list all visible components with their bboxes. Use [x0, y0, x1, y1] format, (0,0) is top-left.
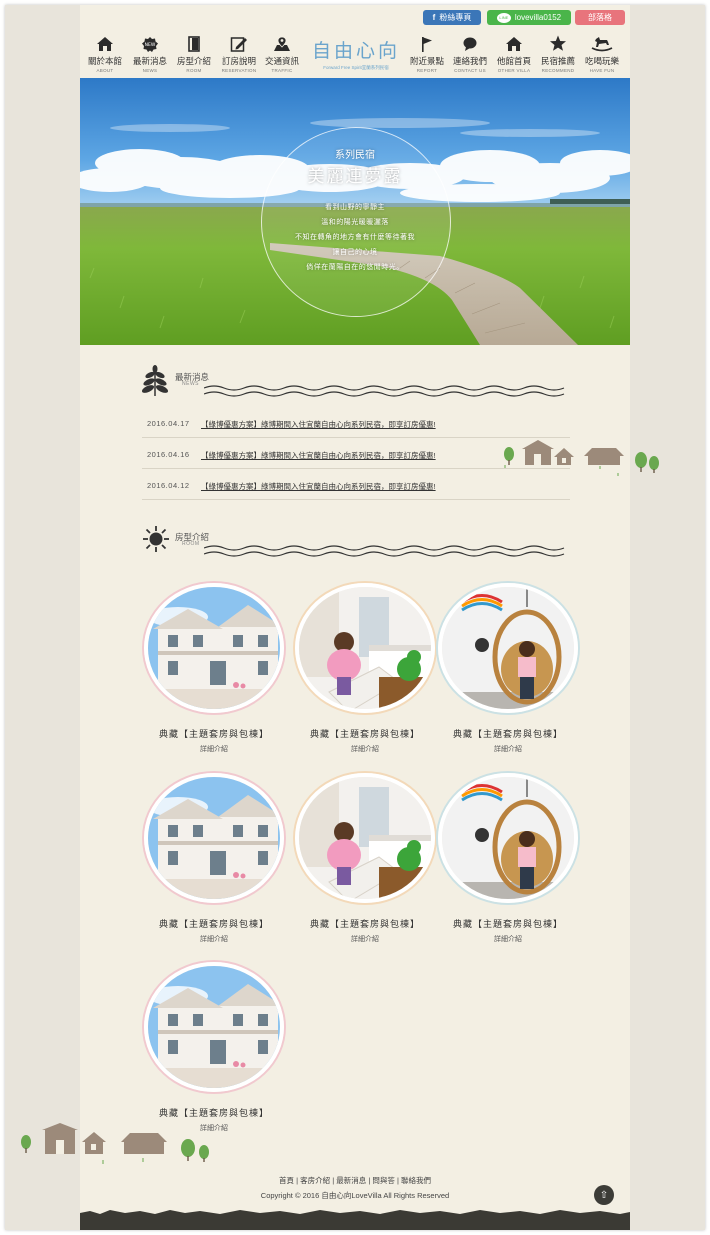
- village-illustration: [21, 1123, 209, 1164]
- house-icon: [83, 34, 127, 52]
- room-photo[interactable]: [438, 773, 578, 903]
- room-card[interactable]: 典藏【主題套房與包棟】 詳細介紹: [144, 962, 284, 1133]
- room-card[interactable]: 典藏【主題套房與包棟】 詳細介紹: [438, 583, 578, 754]
- facebook-icon: f: [432, 13, 436, 22]
- room-photo[interactable]: [438, 583, 578, 713]
- hero-line: 讓自己的心境: [332, 249, 378, 256]
- village-illustration: [504, 440, 659, 476]
- footer-band: [80, 1215, 630, 1230]
- svg-text:NEW: NEW: [145, 42, 156, 48]
- line-icon: LINE: [496, 12, 511, 23]
- room-name[interactable]: 典藏【主題套房與包棟】: [438, 727, 578, 740]
- arrow-up-icon: ⇧: [599, 1189, 609, 1201]
- nav-item-report[interactable]: 附近景點 REPORT: [405, 34, 449, 73]
- main-nav: 關於本館 ABOUT NEW 最新消息 NEWS 房型介紹 ROOM 訂房說明 …: [80, 34, 630, 80]
- hero-banner: 系列民宿 美麗連夢露 看到山野的寧靜主 溫和的陽光暖暖灑落 不知在轉角的地方會有…: [80, 78, 630, 345]
- room-section-header: 房型介紹 ROOM: [142, 525, 574, 561]
- house-icon: [492, 34, 536, 52]
- room-card[interactable]: 典藏【主題套房與包棟】 詳細介紹: [144, 773, 284, 944]
- news-title-link[interactable]: 【綠博優惠方案】綠博期間入住宜蘭自由心向系列民宿，即享訂房優惠!: [201, 481, 436, 492]
- room-detail-link[interactable]: 詳細介紹: [144, 934, 284, 944]
- page: f 粉絲專頁 LINE lovevilla0152 部落格 關於本館 ABOUT…: [80, 5, 630, 1230]
- hero-title: 美麗連夢露: [307, 167, 403, 187]
- hero-line: 看到山野的寧靜主: [325, 204, 385, 211]
- wavy-divider: [204, 385, 565, 397]
- room-card[interactable]: 典藏【主題套房與包棟】 詳細介紹: [144, 583, 284, 754]
- news-section-subtitle: NEWS: [182, 381, 199, 387]
- room-detail-link[interactable]: 詳細介紹: [144, 744, 284, 754]
- room-card[interactable]: 典藏【主題套房與包棟】 詳細介紹: [438, 773, 578, 944]
- facebook-fanpage-button[interactable]: f 粉絲專頁: [423, 10, 481, 25]
- room-detail-link[interactable]: 詳細介紹: [295, 744, 435, 754]
- door-icon: [172, 34, 216, 52]
- copyright-text: Copyright © 2016 自由心向LoveVilla All Right…: [260, 1191, 450, 1200]
- news-list-item[interactable]: 2016.04.17 【綠博優惠方案】綠博期間入住宜蘭自由心向系列民宿，即享訂房…: [142, 408, 570, 438]
- room-name[interactable]: 典藏【主題套房與包棟】: [144, 917, 284, 930]
- news-date: 2016.04.17: [147, 419, 190, 428]
- star-icon: [536, 34, 580, 52]
- back-to-top-button[interactable]: ⇧: [594, 1185, 614, 1205]
- chat-bubble-icon: [448, 34, 492, 52]
- room-photo[interactable]: [295, 773, 435, 903]
- room-name[interactable]: 典藏【主題套房與包棟】: [144, 727, 284, 740]
- room-card[interactable]: 典藏【主題套房與包棟】 詳細介紹: [295, 583, 435, 754]
- room-detail-link[interactable]: 詳細介紹: [295, 934, 435, 944]
- news-title-link[interactable]: 【綠博優惠方案】綠博期間入住宜蘭自由心向系列民宿，即享訂房優惠!: [201, 450, 436, 461]
- room-photo[interactable]: [144, 962, 284, 1092]
- facebook-label: 粉絲專頁: [439, 13, 472, 22]
- hero-subtitle: 系列民宿: [335, 150, 375, 161]
- nav-item-have-fun[interactable]: 吃喝玩樂 HAVE FUN: [580, 34, 624, 73]
- nav-item-about[interactable]: 關於本館 ABOUT: [83, 34, 127, 73]
- rocking-horse-icon: [580, 34, 624, 52]
- news-date: 2016.04.16: [147, 450, 190, 459]
- news-section-header: 最新消息 NEWS: [142, 365, 574, 401]
- room-name[interactable]: 典藏【主題套房與包棟】: [144, 1106, 284, 1119]
- room-name[interactable]: 典藏【主題套房與包棟】: [295, 727, 435, 740]
- room-photo[interactable]: [144, 583, 284, 713]
- room-card[interactable]: 典藏【主題套房與包棟】 詳細介紹: [295, 773, 435, 944]
- flag-icon: [405, 34, 449, 52]
- blog-button[interactable]: 部落格: [575, 10, 625, 25]
- line-label: lovevilla0152: [514, 13, 562, 22]
- room-name[interactable]: 典藏【主題套房與包棟】: [295, 917, 435, 930]
- room-detail-link[interactable]: 詳細介紹: [438, 744, 578, 754]
- nav-item-contact[interactable]: 連絡我們 CONTACT US: [448, 34, 492, 73]
- edit-note-icon: [217, 34, 261, 52]
- map-pin-icon: [260, 34, 304, 52]
- leaf-branch-icon: [142, 365, 168, 396]
- hero-line: 不知在轉角的地方會有什麼等待著我: [295, 234, 415, 241]
- room-photo[interactable]: [144, 773, 284, 903]
- nav-item-reservation[interactable]: 訂房說明 RESERVATION: [217, 34, 261, 73]
- nav-item-room[interactable]: 房型介紹 ROOM: [172, 34, 216, 73]
- hero-line: 倘佯在蘭陽自在的悠閒時光。: [306, 264, 404, 271]
- hero-line: 溫和的陽光暖暖灑落: [321, 219, 389, 226]
- blog-label: 部落格: [588, 13, 612, 22]
- news-date: 2016.04.12: [147, 481, 190, 490]
- news-badge-icon: NEW: [128, 34, 172, 52]
- room-section-subtitle: ROOM: [182, 541, 200, 547]
- footer-links[interactable]: 首頁 | 客房介紹 | 最新消息 | 問與答 | 聯絡我們: [80, 1175, 630, 1186]
- wavy-divider: [204, 545, 565, 557]
- news-title-link[interactable]: 【綠博優惠方案】綠博期間入住宜蘭自由心向系列民宿，即享訂房優惠!: [201, 419, 436, 430]
- room-photo[interactable]: [295, 583, 435, 713]
- nav-item-recommend[interactable]: 民宿推薦 RECOMMEND: [536, 34, 580, 73]
- site-logo[interactable]: 自由心向 Forward Free Spirit宜蘭系列民宿: [308, 36, 404, 71]
- nav-item-other-villa[interactable]: 他館首頁 OTHER VILLA: [492, 34, 536, 73]
- sun-icon: [143, 526, 169, 552]
- line-id-button[interactable]: LINE lovevilla0152: [487, 10, 571, 25]
- nav-item-news[interactable]: NEW 最新消息 NEWS: [128, 34, 172, 73]
- nav-item-traffic[interactable]: 交通資訊 TRAFFIC: [260, 34, 304, 73]
- room-name[interactable]: 典藏【主題套房與包棟】: [438, 917, 578, 930]
- room-detail-link[interactable]: 詳細介紹: [438, 934, 578, 944]
